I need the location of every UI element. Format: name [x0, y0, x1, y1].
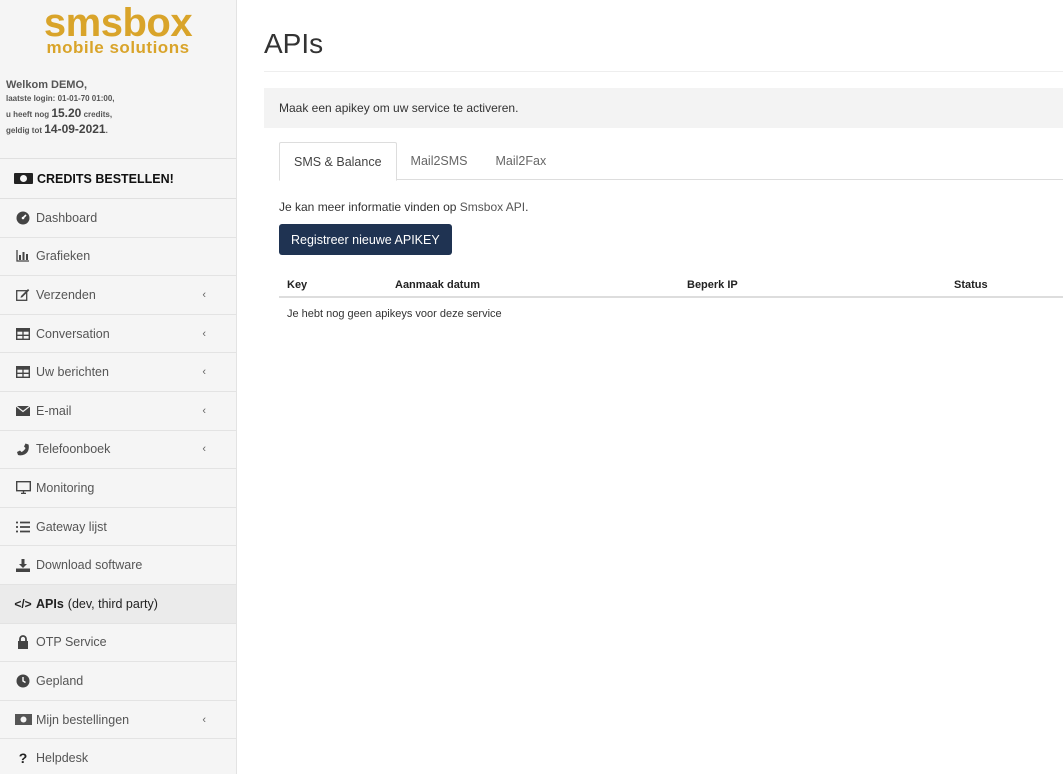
welcome-title: Welkom DEMO, — [6, 79, 88, 91]
envelope-icon — [14, 405, 32, 416]
table-row: Je hebt nog geen apikeys voor deze servi… — [279, 297, 1063, 330]
sidebar-item-label: Dashboard — [36, 210, 98, 225]
column-header-beperk-ip: Beperk IP — [679, 273, 946, 298]
sidebar-item-apis[interactable]: </> APIs (dev, third party) — [0, 584, 236, 624]
download-icon — [14, 558, 32, 572]
valid-until: geldig tot 14-09-2021. — [6, 122, 230, 138]
info-prefix: Je kan meer informatie vinden op — [279, 200, 460, 214]
sidebar-item-label: Monitoring — [36, 480, 95, 495]
sidebar-item-download-software[interactable]: Download software — [0, 546, 236, 585]
lock-icon — [14, 635, 32, 650]
brand-name: smsbox — [43, 1, 193, 45]
sidebar-item-label: Conversation — [36, 326, 110, 341]
chevron-left-icon: ‹ — [202, 366, 206, 379]
sidebar-item-label: Helpdesk — [36, 751, 89, 766]
info-text: Je kan meer informatie vinden op Smsbox … — [279, 200, 1063, 214]
column-header-key: Key — [279, 273, 387, 298]
table-header-row: Key Aanmaak datum Beperk IP Status — [279, 273, 1063, 298]
valid-date: 14-09-2021 — [44, 122, 106, 136]
brand-tagline: mobile solutions — [46, 38, 190, 57]
sidebar-item-telefoonboek[interactable]: Telefoonboek ‹ — [0, 431, 236, 470]
sidebar-item-label: Download software — [36, 558, 143, 573]
welcome-panel: Welkom DEMO, laatste login: 01-01-70 01:… — [0, 68, 236, 159]
code-icon: </> — [14, 596, 32, 611]
credits-info: u heeft nog 15.20 credits, — [6, 106, 230, 122]
clock-icon — [14, 674, 32, 688]
column-header-status: Status — [946, 273, 1063, 298]
sidebar-item-label-bold: APIs — [36, 596, 64, 611]
sidebar-item-monitoring[interactable]: Monitoring — [0, 469, 236, 508]
cash-icon — [14, 173, 33, 184]
sidebar-item-label: (dev, third party) — [67, 596, 158, 611]
sidebar-item-label: Telefoonboek — [36, 442, 111, 457]
credits-order-button[interactable]: CREDITS BESTELLEN! — [0, 159, 236, 199]
credits-suffix: credits, — [81, 110, 113, 119]
register-apikey-button[interactable]: Registreer nieuwe APIKEY — [279, 224, 452, 255]
table-icon — [14, 366, 32, 379]
phone-icon — [14, 442, 32, 456]
sidebar-item-label: OTP Service — [36, 635, 107, 650]
sidebar-item-gepland[interactable]: Gepland — [0, 662, 236, 701]
credits-value: 15.20 — [51, 106, 82, 120]
sidebar-item-conversation[interactable]: Conversation ‹ — [0, 315, 236, 354]
sidebar-item-label: Grafieken — [36, 249, 91, 264]
tab-mail2sms[interactable]: Mail2SMS — [397, 142, 482, 180]
empty-table-message: Je hebt nog geen apikeys voor deze servi… — [287, 308, 502, 320]
sidebar: smsbox mobile solutions Welkom DEMO, laa… — [0, 0, 237, 774]
info-suffix: . — [525, 200, 529, 214]
chevron-left-icon: ‹ — [202, 327, 206, 340]
page-title: APIs — [264, 28, 1063, 72]
sidebar-item-label: Gateway lijst — [36, 519, 107, 534]
monitor-icon — [14, 481, 32, 495]
question-icon: ? — [18, 750, 28, 767]
chart-icon — [14, 250, 32, 263]
chevron-left-icon: ‹ — [202, 713, 206, 726]
sidebar-item-otp-service[interactable]: OTP Service — [0, 624, 236, 663]
brand-logo[interactable]: smsbox mobile solutions — [0, 0, 236, 68]
chevron-left-icon: ‹ — [202, 288, 206, 301]
sidebar-item-verzenden[interactable]: Verzenden ‹ — [0, 276, 236, 315]
sidebar-nav: Dashboard Grafieken Verzenden ‹ Conversa… — [0, 199, 236, 774]
tab-mail2fax[interactable]: Mail2Fax — [482, 142, 561, 180]
dashboard-icon — [14, 211, 32, 225]
edit-icon — [14, 288, 32, 302]
sidebar-item-label: Verzenden — [36, 287, 96, 302]
credits-prefix: u heeft nog — [6, 110, 52, 119]
sidebar-item-gateway-lijst[interactable]: Gateway lijst — [0, 508, 236, 547]
main-content: APIs Maak een apikey om uw service te ac… — [264, 0, 1063, 330]
notice-banner: Maak een apikey om uw service te activer… — [264, 88, 1063, 128]
sidebar-item-uw-berichten[interactable]: Uw berichten ‹ — [0, 353, 236, 392]
chevron-left-icon: ‹ — [202, 404, 206, 417]
apikey-table: Key Aanmaak datum Beperk IP Status Je he… — [279, 273, 1063, 330]
table-icon — [14, 327, 32, 340]
sidebar-item-helpdesk[interactable]: ? Helpdesk — [0, 739, 236, 774]
sidebar-item-label: Mijn bestellingen — [36, 712, 130, 727]
valid-suffix: . — [105, 126, 108, 135]
cash-icon — [14, 714, 32, 726]
sidebar-item-label: Gepland — [36, 673, 84, 688]
sidebar-item-label: E-mail — [36, 403, 72, 418]
valid-prefix: geldig tot — [6, 126, 45, 135]
sidebar-item-mijn-bestellingen[interactable]: Mijn bestellingen ‹ — [0, 701, 236, 740]
sidebar-item-label: Uw berichten — [36, 365, 109, 380]
last-login: laatste login: 01-01-70 01:00, — [6, 94, 115, 103]
smsbox-api-link[interactable]: Smsbox API — [460, 200, 525, 214]
credits-order-label: CREDITS BESTELLEN! — [37, 171, 174, 186]
list-icon — [14, 521, 32, 533]
service-tabs: SMS & Balance Mail2SMS Mail2Fax — [279, 142, 1063, 181]
tab-sms-balance[interactable]: SMS & Balance — [279, 142, 397, 181]
column-header-aanmaak-datum: Aanmaak datum — [387, 273, 679, 298]
sidebar-item-grafieken[interactable]: Grafieken — [0, 238, 236, 277]
sidebar-item-dashboard[interactable]: Dashboard — [0, 199, 236, 238]
sidebar-item-email[interactable]: E-mail ‹ — [0, 392, 236, 431]
chevron-left-icon: ‹ — [202, 443, 206, 456]
